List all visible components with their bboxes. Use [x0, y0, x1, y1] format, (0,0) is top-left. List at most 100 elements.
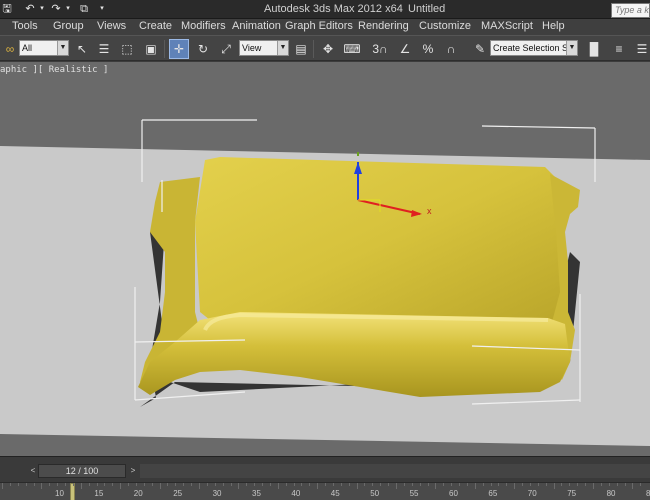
time-slider[interactable]: 12 / 100	[38, 464, 126, 478]
tick-mark	[57, 483, 59, 486]
tick-mark	[80, 483, 82, 489]
cloth-top-surface	[195, 157, 562, 330]
frame-counter: 12 / 100	[65, 466, 99, 476]
menu-views[interactable]: Views	[97, 20, 126, 32]
tick-mark	[364, 483, 366, 486]
select-and-move-icon[interactable]: ✛	[169, 39, 189, 59]
undo-dropdown-icon[interactable]: ▾	[36, 3, 48, 15]
tick-mark	[159, 483, 161, 489]
align-icon[interactable]: ≡	[609, 39, 629, 59]
perspective-viewport[interactable]: aphic ][ Realistic ] x	[0, 62, 650, 456]
tick-mark	[143, 483, 145, 486]
viewport-label[interactable]: aphic ][ Realistic ]	[0, 65, 108, 75]
tick-mark	[553, 483, 555, 489]
tick-mark	[17, 483, 19, 486]
tick-mark	[372, 483, 374, 486]
menu-customize[interactable]: Customize	[419, 20, 471, 32]
tick-mark	[388, 483, 390, 486]
title-bar: 🖫 ↶ ▾ ↷ ▾ ⧉ ▾ Autodesk 3ds Max 2012 x64 …	[0, 0, 650, 19]
tick-mark	[33, 483, 35, 486]
reference-coordinate-dropdown[interactable]: View ▼	[239, 40, 289, 56]
help-search-input[interactable]: Type a ke	[611, 3, 650, 18]
menu-animation[interactable]: Animation	[232, 20, 281, 32]
tick-label: 45	[330, 489, 340, 498]
menu-group[interactable]: Group	[53, 20, 84, 32]
redo-dropdown-icon[interactable]: ▾	[62, 3, 74, 15]
layer-manager-icon[interactable]: ☰	[632, 39, 650, 59]
tick-mark	[309, 483, 311, 486]
tick-label: 40	[291, 489, 301, 498]
edit-named-selection-icon[interactable]: ✎	[470, 39, 490, 59]
tick-mark	[2, 483, 3, 489]
percent-snap-icon[interactable]: %	[418, 39, 438, 59]
quick-access-dropdown-icon[interactable]: ▾	[96, 3, 108, 15]
link-icon[interactable]: ∞	[0, 39, 20, 59]
spinner-snap-icon[interactable]: ∩	[441, 39, 461, 59]
tick-mark	[175, 483, 177, 486]
menu-maxscript[interactable]: MAXScript	[481, 20, 533, 32]
tick-label: 10	[55, 489, 64, 498]
menu-tools[interactable]: Tools	[12, 20, 38, 32]
rectangular-selection-icon[interactable]: ⬚	[117, 39, 137, 59]
tick-mark	[443, 483, 445, 486]
tick-mark	[608, 483, 610, 486]
tick-mark	[624, 483, 626, 486]
undo-icon[interactable]: ↶	[24, 3, 36, 15]
reference-coordinate-value: View	[242, 43, 262, 53]
keyboard-shortcut-icon[interactable]: ⌨	[342, 39, 362, 59]
select-object-icon[interactable]: ↖	[72, 39, 92, 59]
tick-mark	[459, 483, 461, 486]
tick-mark	[206, 483, 208, 486]
tick-mark	[65, 483, 67, 486]
tick-mark	[561, 483, 563, 486]
track-bar[interactable]: 10 15 20 25 30 35 40 45 50 55 60 65 70 75 80 85	[0, 482, 650, 500]
manipulate-icon[interactable]: ✥	[318, 39, 338, 59]
tick-mark	[498, 483, 500, 486]
tick-label: 55	[409, 489, 419, 498]
tick-mark	[403, 483, 405, 486]
menu-create[interactable]: Create	[139, 20, 172, 32]
document-title: Untitled	[408, 3, 446, 15]
pivot-center-icon[interactable]: ▤	[291, 39, 311, 59]
select-and-rotate-icon[interactable]: ↻	[193, 39, 213, 59]
menu-rendering[interactable]: Rendering	[358, 20, 409, 32]
menu-graph-editors[interactable]: Graph Editors	[285, 20, 353, 32]
save-icon[interactable]: 🖫	[1, 3, 13, 15]
named-selection-dropdown[interactable]: Create Selection Se ▼	[490, 40, 578, 56]
snaps-toggle-icon[interactable]: 3∩	[370, 39, 390, 59]
tick-label: 75	[567, 489, 577, 498]
tick-mark	[135, 483, 137, 486]
tick-mark	[569, 483, 571, 486]
tick-mark	[293, 483, 295, 486]
tick-mark	[600, 483, 602, 486]
time-slider-bar: < 12 / 100 >	[0, 456, 650, 482]
select-and-scale-icon[interactable]: ⤢	[216, 39, 236, 59]
tick-mark	[9, 483, 11, 486]
tick-mark	[427, 483, 429, 486]
axis-x-label: x	[427, 206, 432, 216]
tick-mark	[522, 483, 524, 486]
tick-label: 65	[488, 489, 498, 498]
tick-mark	[356, 483, 358, 489]
tick-mark	[254, 483, 256, 486]
time-slider-next-button[interactable]: >	[128, 465, 138, 477]
selection-filter-dropdown[interactable]: All ▼	[19, 40, 69, 56]
time-slider-prev-button[interactable]: <	[28, 465, 38, 477]
tick-mark	[577, 483, 579, 486]
redo-icon[interactable]: ↷	[50, 3, 62, 15]
chevron-down-icon: ▼	[57, 41, 68, 55]
tick-mark	[222, 483, 224, 486]
tick-mark	[380, 483, 382, 486]
tick-mark	[88, 483, 90, 486]
tick-mark	[301, 483, 303, 486]
chevron-down-icon: ▼	[277, 41, 288, 55]
menu-help[interactable]: Help	[542, 20, 565, 32]
tick-mark	[474, 483, 476, 489]
select-by-name-icon[interactable]: ☰	[94, 39, 114, 59]
hold-icon[interactable]: ⧉	[78, 3, 90, 15]
window-crossing-icon[interactable]: ▣	[141, 39, 161, 59]
menu-modifiers[interactable]: Modifiers	[181, 20, 226, 32]
angle-snap-icon[interactable]: ∠	[395, 39, 415, 59]
toolbar-separator	[164, 40, 165, 58]
mirror-icon[interactable]: ▐▌	[584, 39, 604, 59]
